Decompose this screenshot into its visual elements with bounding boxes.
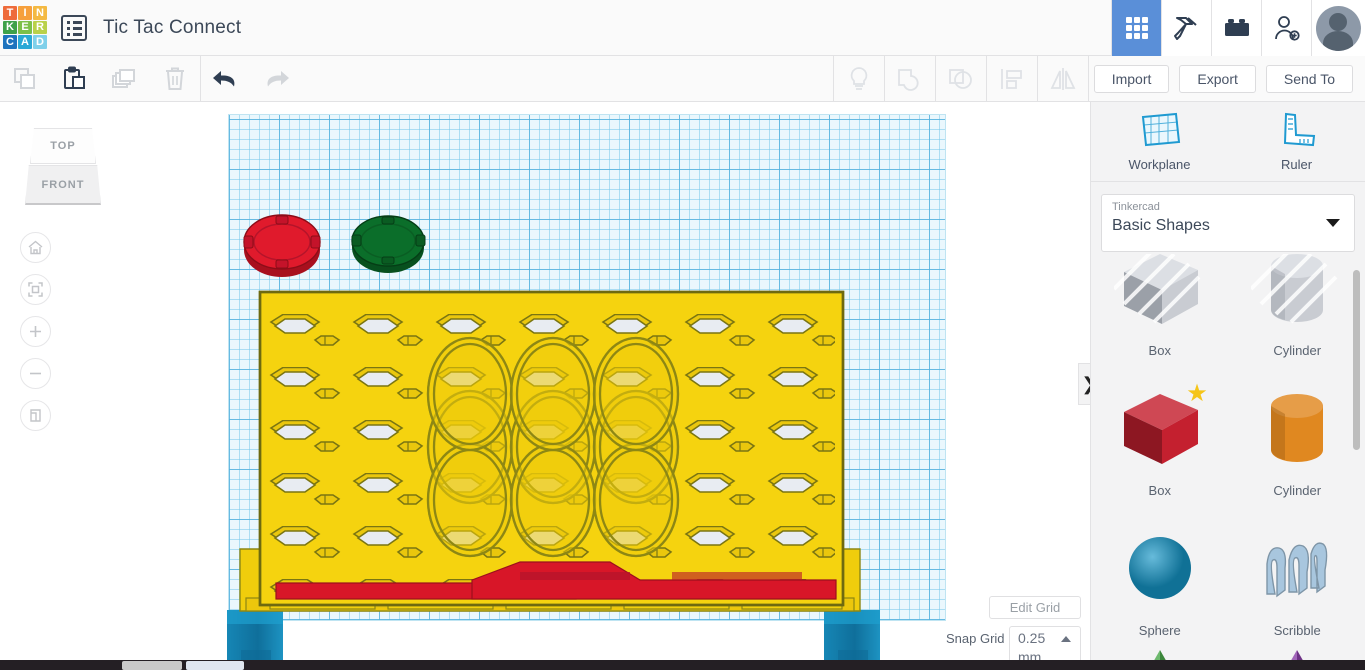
workplane-tool-label: Workplane <box>1128 157 1191 172</box>
taskbar-item-1[interactable] <box>122 661 182 670</box>
top-bar: TIN KER CAD Tic Tac Connect <box>0 0 1365 56</box>
logo-letter-c-6: C <box>3 35 17 49</box>
import-button[interactable]: Import <box>1093 64 1170 93</box>
fit-to-view-button[interactable] <box>20 274 51 305</box>
shapes-panel: Workplane Ruler Tinkercad Basic Shapes B… <box>1090 102 1365 670</box>
zoom-in-button[interactable] <box>20 316 51 347</box>
export-button[interactable]: Export <box>1179 64 1256 93</box>
toolbar-divider-7 <box>1087 55 1089 102</box>
shape-cylinder-solid[interactable]: Cylinder <box>1229 366 1365 506</box>
shape-box-hole-thumbnail <box>1112 254 1206 335</box>
shape-library-select[interactable]: Tinkercad Basic Shapes <box>1101 194 1355 252</box>
undo-icon[interactable] <box>201 56 251 102</box>
duplicate-icon[interactable] <box>100 56 150 102</box>
home-view-button[interactable] <box>20 232 51 263</box>
chevron-up-icon[interactable] <box>1061 636 1071 642</box>
shape-list[interactable]: Box Cylinder ★ Box Cylinder Sphere Scribble <box>1091 254 1365 670</box>
zoom-out-button[interactable] <box>20 358 51 389</box>
shape-list-scrollbar[interactable] <box>1353 270 1360 450</box>
workplane-grid[interactable] <box>228 114 946 621</box>
shape-box-solid-thumbnail: ★ <box>1114 382 1208 475</box>
shape-box-hole[interactable]: Box <box>1091 254 1229 366</box>
shape-cylinder-solid-label: Cylinder <box>1273 483 1322 498</box>
user-avatar[interactable] <box>1311 0 1365 56</box>
shape-cylinder-hole[interactable]: Cylinder <box>1229 254 1365 366</box>
shape-scribble[interactable]: Scribble <box>1229 506 1365 646</box>
edit-grid-button[interactable]: Edit Grid <box>989 596 1081 619</box>
shape-box-hole-label: Box <box>1148 343 1171 358</box>
taskbar-item-2[interactable] <box>186 661 244 670</box>
logo-letter-a-7: A <box>18 35 32 49</box>
view-orientation-cube[interactable]: TOP FRONT <box>22 128 104 206</box>
shape-cylinder-solid-thumbnail <box>1251 384 1343 475</box>
group-shapes-icon[interactable] <box>885 56 935 102</box>
ruler-tool[interactable]: Ruler <box>1228 102 1365 181</box>
tinkercad-logo[interactable]: TIN KER CAD <box>2 5 48 50</box>
ungroup-shapes-icon[interactable] <box>936 56 986 102</box>
redo-icon[interactable] <box>251 56 301 102</box>
copy-icon[interactable] <box>0 56 50 102</box>
workplane-tool[interactable]: Workplane <box>1091 102 1228 181</box>
workplane-grid-major <box>229 115 945 620</box>
add-person-icon[interactable] <box>1261 0 1311 56</box>
hammer-tools-icon[interactable] <box>1161 0 1211 56</box>
shape-sphere-label: Sphere <box>1138 623 1181 638</box>
logo-letter-n-2: N <box>33 6 47 20</box>
shape-scribble-thumbnail <box>1251 524 1343 615</box>
chevron-down-icon[interactable] <box>1326 219 1340 227</box>
os-taskbar <box>0 660 1365 670</box>
shape-cylinder-hole-thumbnail <box>1249 254 1343 335</box>
gallery-grid-icon[interactable] <box>1111 0 1161 56</box>
shape-scribble-label: Scribble <box>1273 623 1321 638</box>
snap-grid-value: 0.25 <box>1018 630 1046 646</box>
logo-letter-t-0: T <box>3 6 17 20</box>
paste-icon[interactable] <box>50 56 100 102</box>
mirror-flip-icon[interactable] <box>1038 56 1088 102</box>
logo-letter-k-3: K <box>3 20 17 35</box>
logo-letter-e-4: E <box>18 20 32 35</box>
shape-box-solid[interactable]: ★ Box <box>1091 366 1229 506</box>
lego-brick-icon[interactable] <box>1211 0 1261 56</box>
3d-viewport[interactable]: TOP FRONT <box>0 102 1090 662</box>
top-right-actions <box>1111 0 1365 56</box>
panel-tools-row: Workplane Ruler <box>1091 102 1365 182</box>
shape-sphere[interactable]: Sphere <box>1091 506 1229 646</box>
ortho-perspective-toggle-button[interactable] <box>20 400 51 431</box>
shape-box-solid-label: Box <box>1148 483 1171 498</box>
delete-icon[interactable] <box>150 56 200 102</box>
list-menu-icon[interactable] <box>61 14 87 41</box>
align-icon[interactable] <box>987 56 1037 102</box>
shape-sphere-thumbnail <box>1114 524 1206 615</box>
document-title[interactable]: Tic Tac Connect <box>103 17 241 39</box>
tinkercad-app: TIN KER CAD Tic Tac Connect Import Export … <box>0 0 1365 670</box>
library-owner-label: Tinkercad <box>1112 201 1160 213</box>
edit-toolbar: Import Export Send To <box>0 55 1365 102</box>
snap-grid-label: Snap Grid <box>946 631 1005 646</box>
ruler-tool-label: Ruler <box>1280 157 1313 172</box>
send-to-button[interactable]: Send To <box>1265 64 1353 93</box>
logo-letter-i-1: I <box>18 6 32 20</box>
favorite-star-icon[interactable]: ★ <box>1186 382 1208 406</box>
hint-lightbulb-icon[interactable] <box>834 56 884 102</box>
view-cube-front-face[interactable]: FRONT <box>25 165 101 205</box>
logo-letter-r-5: R <box>33 20 47 35</box>
view-cube-top-face[interactable]: TOP <box>30 128 96 164</box>
logo-letter-d-8: D <box>33 35 47 49</box>
shape-cylinder-hole-label: Cylinder <box>1273 343 1322 358</box>
library-name-label: Basic Shapes <box>1112 217 1210 234</box>
